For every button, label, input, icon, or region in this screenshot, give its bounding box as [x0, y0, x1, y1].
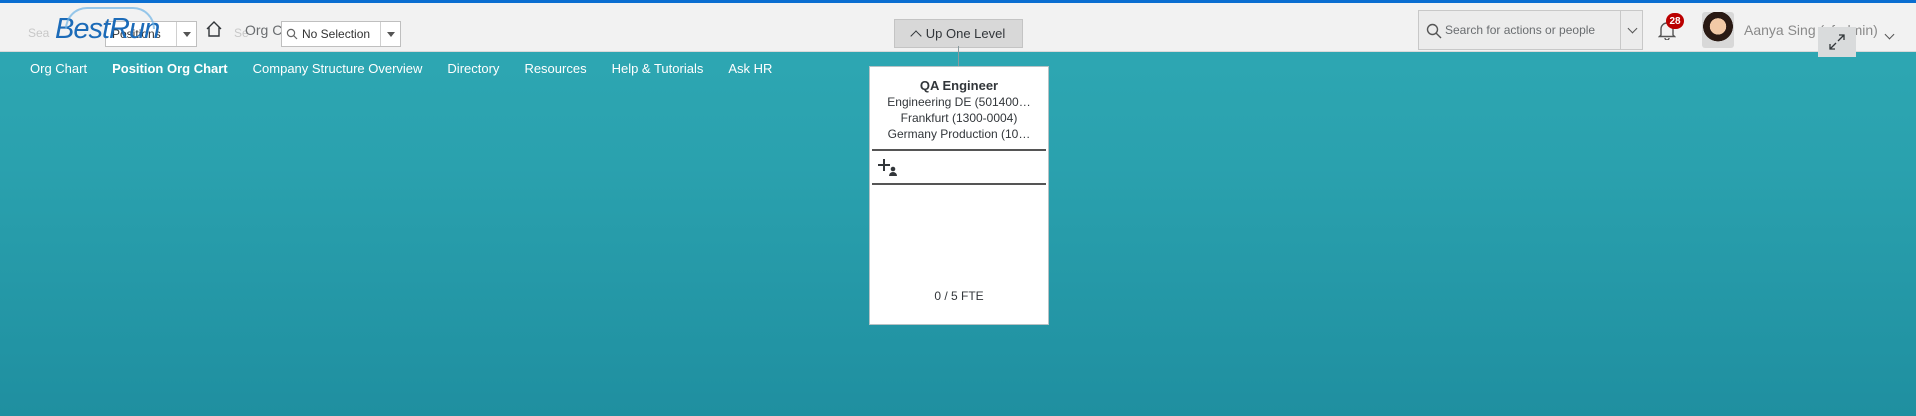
card-divider [872, 183, 1046, 185]
dropdown-arrow-icon [176, 22, 196, 46]
search-input[interactable] [1419, 11, 1642, 49]
chevron-down-icon [1627, 23, 1637, 33]
selection-value: No Selection [302, 27, 371, 41]
position-department: Engineering DE (501400… [887, 95, 1031, 109]
notification-badge: 28 [1666, 13, 1684, 29]
dropdown-arrow-icon [380, 22, 400, 46]
expand-icon [1829, 34, 1845, 50]
home-icon[interactable] [205, 20, 223, 38]
nav-org-chart[interactable]: Org Chart [0, 61, 87, 76]
search-icon [1426, 23, 1442, 39]
position-location: Frankfurt (1300-0004) [900, 111, 1018, 125]
ghost-label: Sea [28, 26, 50, 40]
logo-cloud-icon [65, 7, 155, 29]
chevron-up-icon [910, 29, 922, 42]
search-dropdown-button[interactable] [1620, 10, 1643, 50]
nav-help-tutorials[interactable]: Help & Tutorials [582, 61, 704, 76]
fte-count: 0 / 5 FTE [934, 289, 984, 303]
up-one-level-button[interactable]: Up One Level [894, 19, 1023, 48]
nav-position-org-chart[interactable]: Position Org Chart [82, 61, 228, 76]
add-person-icon[interactable] [877, 157, 899, 177]
user-menu-chevron-icon[interactable] [1884, 25, 1895, 43]
main-nav: Org Chart Position Org Chart Company Str… [0, 53, 772, 83]
fullscreen-button[interactable] [1818, 27, 1856, 57]
position-card[interactable]: QA Engineer Engineering DE (501400… Fran… [869, 66, 1049, 325]
selection-select[interactable]: No Selection [281, 21, 401, 47]
position-title: QA Engineer [919, 78, 999, 93]
user-name[interactable]: Aanya Sing (sfadmin) [1744, 22, 1878, 38]
shell-bar: Sea Positions BestRun Se Org Chart × No … [0, 3, 1916, 52]
nav-ask-hr[interactable]: Ask HR [698, 61, 772, 76]
bestrun-logo: BestRun [55, 7, 160, 46]
global-search[interactable] [1418, 10, 1643, 50]
position-company: Germany Production (10… [887, 127, 1031, 141]
search-icon [286, 28, 298, 40]
avatar[interactable] [1702, 12, 1734, 48]
nav-resources[interactable]: Resources [494, 61, 586, 76]
nav-company-structure-overview[interactable]: Company Structure Overview [223, 61, 423, 76]
org-connector-line [958, 46, 959, 66]
up-one-level-label: Up One Level [925, 26, 1006, 41]
card-divider [872, 149, 1046, 151]
nav-directory[interactable]: Directory [417, 61, 499, 76]
